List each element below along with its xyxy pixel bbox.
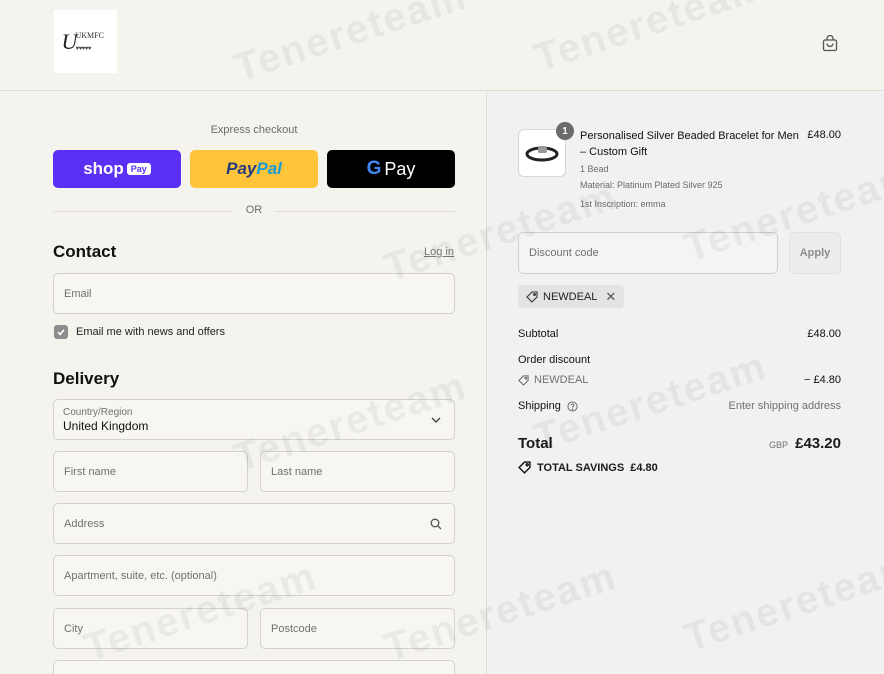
login-link[interactable]: Log in <box>424 246 454 258</box>
google-g-icon: G <box>366 158 382 179</box>
shipping-row: Shipping Enter shipping address <box>518 400 841 412</box>
address-field[interactable]: Address <box>53 503 455 544</box>
first-name-field[interactable]: First name <box>53 451 248 492</box>
postcode-field[interactable]: Postcode <box>260 608 455 649</box>
order-discount-label: Order discount <box>518 354 591 366</box>
delivery-title: Delivery <box>53 369 120 388</box>
total-label: Total <box>518 435 553 452</box>
paypal-button[interactable]: Pay Pal <box>190 150 318 188</box>
product-option: 1 Bead <box>580 164 609 174</box>
help-icon[interactable] <box>567 400 578 412</box>
contact-title: Contact <box>53 242 117 261</box>
last-name-field[interactable]: Last name <box>260 451 455 492</box>
phone-field[interactable] <box>53 660 455 674</box>
product-price: £48.00 <box>807 129 841 141</box>
newsletter-checkbox[interactable] <box>54 325 68 339</box>
discount-code-field[interactable]: Discount code <box>518 232 778 274</box>
newsletter-option[interactable]: Email me with news and offers <box>54 325 225 339</box>
apartment-field[interactable]: Apartment, suite, etc. (optional) <box>53 555 455 596</box>
chevron-down-icon <box>429 413 443 427</box>
tag-icon <box>518 374 529 386</box>
currency-code: GBP <box>768 440 788 450</box>
total-savings: TOTAL SAVINGS £4.80 <box>518 461 658 474</box>
logo-mark: U UKMFC ♥♥♥♥♥ <box>61 28 104 54</box>
country-select[interactable]: Country/Region United Kingdom <box>53 399 455 440</box>
shop-pay-button[interactable]: shop Pay <box>53 150 181 188</box>
or-divider: OR <box>53 204 455 218</box>
product-option: Material: Platinum Plated Silver 925 <box>580 180 723 190</box>
email-field[interactable]: Email <box>53 273 455 314</box>
total-value: £43.20 <box>795 435 841 452</box>
header: U UKMFC ♥♥♥♥♥ <box>0 0 884 91</box>
shopping-bag-icon[interactable] <box>820 33 840 53</box>
city-field[interactable]: City <box>53 608 248 649</box>
newsletter-label: Email me with news and offers <box>76 326 225 338</box>
discount-row: NEWDEAL − £4.80 <box>518 374 841 386</box>
express-checkout-title: Express checkout <box>210 124 298 136</box>
tag-icon <box>518 461 531 474</box>
product-title: Personalised Silver Beaded Bracelet for … <box>580 130 799 158</box>
google-pay-button[interactable]: G Pay <box>327 150 455 188</box>
store-logo[interactable]: U UKMFC ♥♥♥♥♥ <box>54 10 117 73</box>
quantity-badge: 1 <box>556 122 574 140</box>
product-option: 1st Inscription: emma <box>580 199 666 209</box>
subtotal-row: Subtotal £48.00 <box>518 328 841 340</box>
search-icon <box>429 517 443 531</box>
remove-discount-icon[interactable]: ✕ <box>605 289 616 305</box>
order-summary: 1 Personalised Silver Beaded Bracelet fo… <box>486 92 884 674</box>
apply-button[interactable]: Apply <box>789 232 841 274</box>
checkout-form: Express checkout shop Pay Pay Pal G Pay OR … <box>0 92 486 674</box>
tag-icon <box>526 290 538 303</box>
applied-discount-chip: NEWDEAL ✕ <box>518 285 625 308</box>
